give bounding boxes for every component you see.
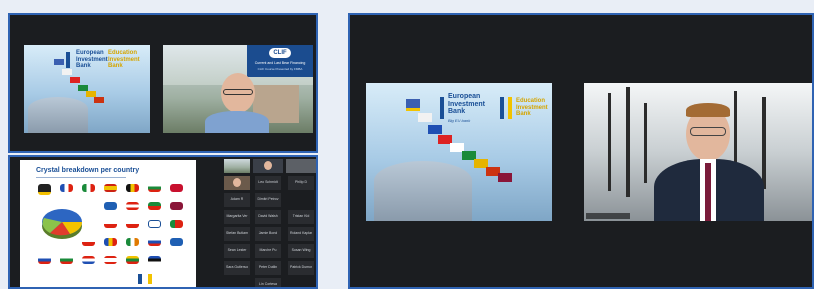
participant-head	[233, 178, 241, 187]
flag-icon	[60, 256, 73, 264]
participant-name-tile[interactable]: Lin Cortesa	[255, 278, 281, 287]
speaker-video-tile[interactable]: CLIF Current and Last Bear Financing CLI…	[163, 45, 313, 133]
participant-name-tile[interactable]: Stefan Butlam	[224, 227, 250, 241]
flag-icon	[406, 99, 420, 111]
building-illustration	[374, 161, 472, 221]
participant-name-tile[interactable]: Adam R	[224, 193, 250, 207]
flag-icon	[148, 256, 161, 264]
participant-video-tile[interactable]	[253, 159, 283, 173]
speaker-hair	[686, 103, 730, 117]
flag-icon	[126, 220, 139, 228]
flag-icon	[428, 125, 442, 134]
slide-title: Crystal breakdown per country	[36, 167, 140, 174]
flag-icon	[104, 220, 117, 228]
speaker-slide-subtitle: CLIF Course Presented by FMBA	[257, 67, 303, 71]
flag-icon	[60, 184, 73, 192]
flag-icon	[126, 238, 139, 246]
participant-name-tile[interactable]: Tristan Kid	[288, 210, 314, 224]
speaker-tie	[705, 163, 711, 221]
shared-slide-tile[interactable]: European Investment Bank Education Inves…	[24, 45, 150, 133]
flag-icon	[418, 113, 432, 122]
flag-icon	[82, 238, 95, 246]
video-window-right[interactable]: European Investment Bank Big EU bank Edu…	[348, 13, 814, 289]
video-window-bottom-left[interactable]: Crystal breakdown per country Leo Schmid…	[8, 155, 318, 289]
clif-logo: CLIF	[269, 48, 291, 58]
flag-icon	[94, 97, 104, 103]
pie-chart	[42, 209, 83, 239]
partner-name: Education Investment Bank	[108, 50, 140, 70]
tree	[644, 103, 647, 183]
bank-tagline: Big EU bank	[448, 118, 471, 124]
participant-name-tile[interactable]: Leo Schmidt	[255, 176, 281, 190]
participant-name-tile[interactable]: Sean Lester	[224, 244, 250, 258]
tree	[608, 93, 611, 191]
shared-slide-tile[interactable]: European Investment Bank Big EU bank Edu…	[366, 83, 552, 221]
flag-icon	[104, 184, 117, 192]
glasses-icon	[223, 89, 253, 95]
participant-name-tile[interactable]: David Walsh	[255, 210, 281, 224]
flag-icon	[170, 220, 183, 228]
participant-video-tile[interactable]	[224, 159, 250, 173]
speaker-slide-title: Current and Last Bear Financing	[254, 61, 306, 65]
building-illustration	[28, 97, 88, 133]
eib-logo	[138, 274, 152, 284]
flag-icon	[148, 238, 161, 246]
participant-name-tile[interactable]: Susan Wing	[288, 244, 314, 258]
participant-name-tile[interactable]: Margarita Ver	[224, 210, 250, 224]
flag-icon	[126, 202, 139, 210]
flag-icon	[170, 202, 183, 210]
flag-icon	[82, 256, 95, 264]
eib-logo: European Investment Bank Education Inves…	[66, 50, 140, 70]
participant-name-tile[interactable]: Peter Dutlin	[255, 261, 281, 275]
flag-icon	[54, 59, 64, 65]
flag-icon	[104, 202, 117, 210]
participant-name-tile[interactable]: Sara Gutlerson	[224, 261, 250, 275]
flag-icon	[62, 69, 72, 75]
flag-icon	[170, 238, 183, 246]
participant-name-tile[interactable]: Roland Kaplan	[288, 227, 314, 241]
glasses-icon	[690, 127, 726, 136]
participant-video-tile[interactable]	[224, 176, 250, 190]
flag-icon	[38, 184, 51, 195]
eib-logo: European Investment Bank Big EU bank Edu…	[440, 93, 550, 123]
participant-name-tile[interactable]: Philip D	[288, 176, 314, 190]
participant-name-label	[586, 213, 630, 219]
bank-name: European Investment Bank	[448, 93, 485, 116]
participant-name-tile[interactable]: Marche Pu	[255, 244, 281, 258]
flag-icon	[498, 173, 512, 182]
participant-head	[264, 161, 272, 170]
flag-icon	[70, 77, 80, 83]
participant-name-tile[interactable]: Dimitri Petrov	[255, 193, 281, 207]
partner-name: Education Investment Bank	[516, 98, 548, 118]
bank-name: European Investment Bank	[76, 50, 108, 70]
tree	[626, 87, 630, 197]
participant-name-tile[interactable]: Patrick Dumon	[288, 261, 314, 275]
video-window-top-left[interactable]: European Investment Bank Education Inves…	[8, 13, 318, 153]
flag-icon	[126, 256, 139, 264]
flag-icon	[126, 184, 139, 192]
flag-icon	[148, 184, 161, 192]
flag-icon	[104, 256, 117, 264]
flag-icon	[104, 238, 117, 246]
participant-name-tile[interactable]: Jamie Bond	[255, 227, 281, 241]
speaker-torso	[205, 111, 269, 133]
flag-icon	[148, 202, 161, 210]
tree	[762, 97, 766, 189]
flag-icon	[38, 256, 51, 264]
title-underline	[36, 177, 126, 178]
participant-video-tile[interactable]	[286, 159, 316, 173]
slide-banner: CLIF Current and Last Bear Financing CLI…	[247, 45, 313, 77]
shared-slide-tile[interactable]: Crystal breakdown per country	[20, 160, 196, 287]
participant-gallery[interactable]: Leo Schmidt Philip D Adam R Dimitri Petr…	[222, 157, 316, 287]
flag-icon	[148, 220, 161, 228]
flag-icon	[82, 184, 95, 192]
flag-icon	[170, 184, 183, 192]
speaker-video-tile[interactable]	[584, 83, 812, 221]
